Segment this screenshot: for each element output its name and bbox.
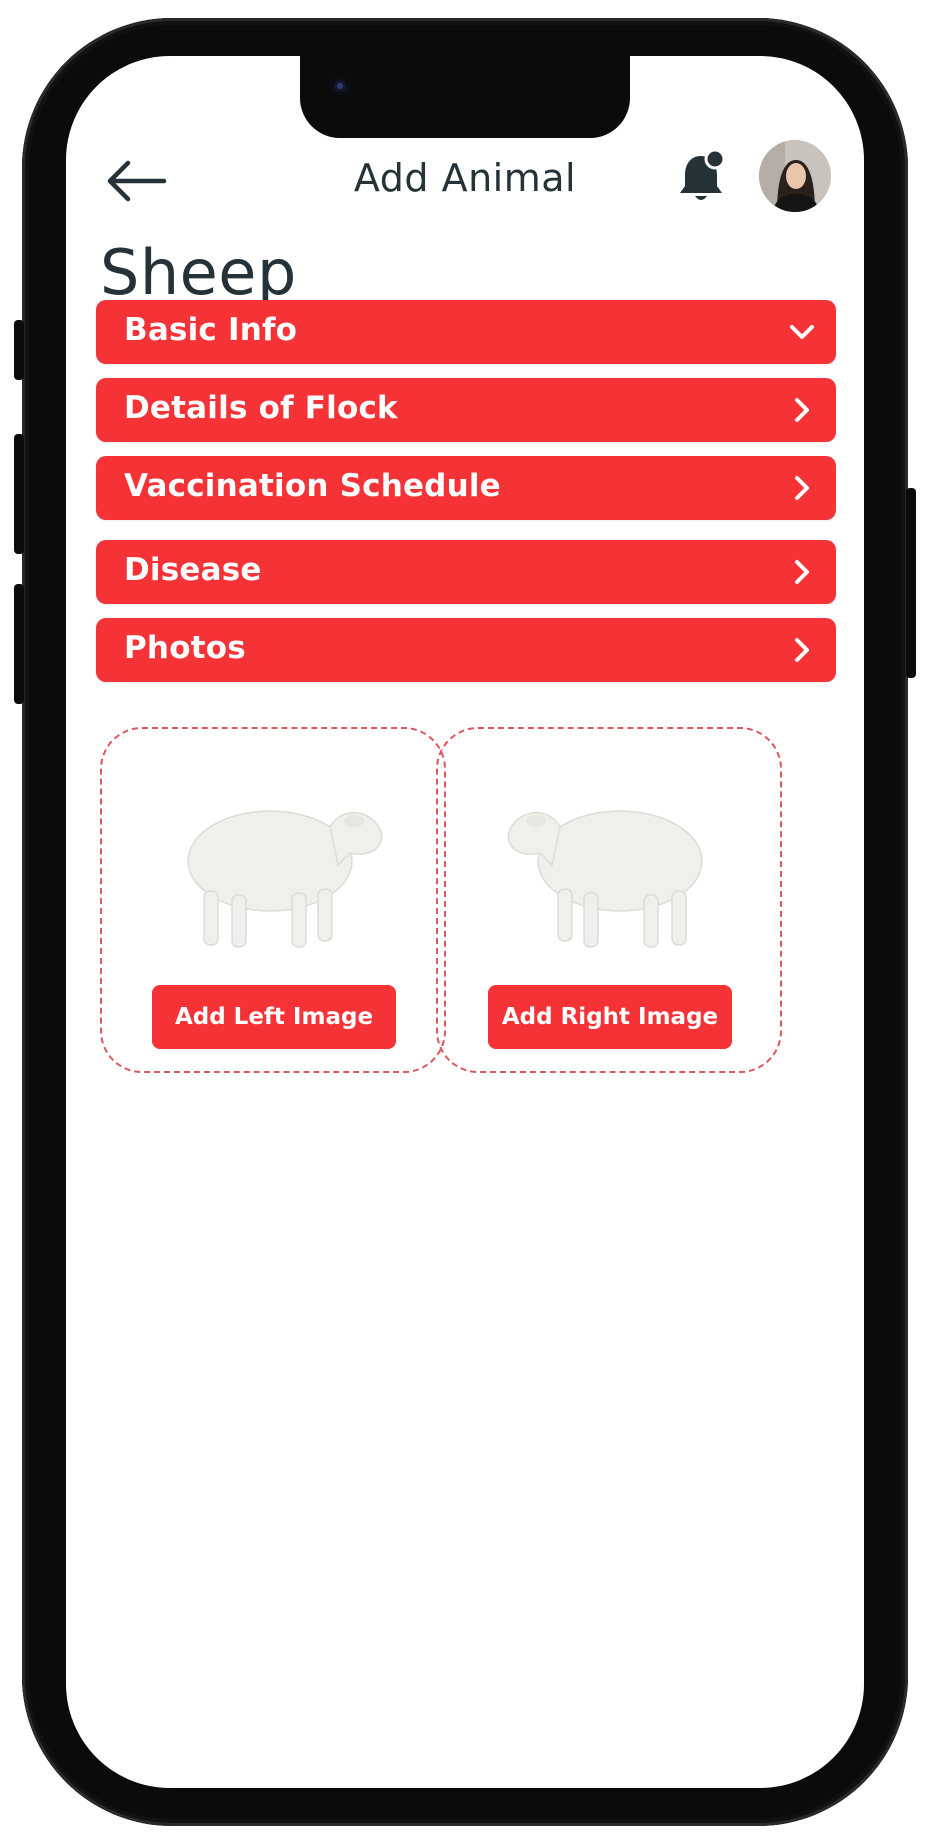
side-button-silent: [14, 320, 24, 380]
avatar[interactable]: [759, 140, 831, 212]
page-title: Sheep: [100, 236, 297, 309]
section-basic-info[interactable]: Basic Info: [96, 300, 836, 364]
section-disease[interactable]: Disease: [96, 540, 836, 604]
right-image-card[interactable]: Add Right Image: [436, 727, 782, 1073]
side-button-power: [906, 488, 916, 678]
notification-button[interactable]: [676, 148, 726, 208]
section-vaccination-schedule[interactable]: Vaccination Schedule: [96, 456, 836, 520]
notch: [300, 56, 630, 138]
sheep-placeholder-icon: [507, 810, 703, 948]
section-label: Photos: [124, 630, 246, 666]
chevron-down-icon: [790, 325, 814, 339]
sheep-placeholder-icon: [187, 810, 383, 948]
add-right-image-button[interactable]: Add Right Image: [488, 985, 732, 1049]
side-button-volume-up: [14, 434, 24, 554]
section-label: Details of Flock: [124, 390, 398, 426]
front-camera: [330, 76, 350, 96]
header-title: Add Animal: [353, 156, 577, 200]
add-left-image-button[interactable]: Add Left Image: [152, 985, 396, 1049]
side-button-volume-down: [14, 584, 24, 704]
chevron-right-icon: [795, 638, 809, 662]
section-label: Vaccination Schedule: [124, 468, 501, 504]
user-photo-icon: [759, 140, 831, 212]
section-label: Basic Info: [124, 312, 298, 348]
chevron-right-icon: [795, 476, 809, 500]
chevron-right-icon: [795, 398, 809, 422]
phone-frame: Add Animal Sheep Basic Info Details of F…: [14, 18, 916, 1826]
section-details-of-flock[interactable]: Details of Flock: [96, 378, 836, 442]
screen: Add Animal Sheep Basic Info Details of F…: [66, 56, 864, 1788]
left-image-card[interactable]: Add Left Image: [100, 727, 446, 1073]
chevron-right-icon: [795, 560, 809, 584]
section-label: Disease: [124, 552, 262, 588]
section-photos[interactable]: Photos: [96, 618, 836, 682]
bell-icon: [680, 148, 726, 200]
